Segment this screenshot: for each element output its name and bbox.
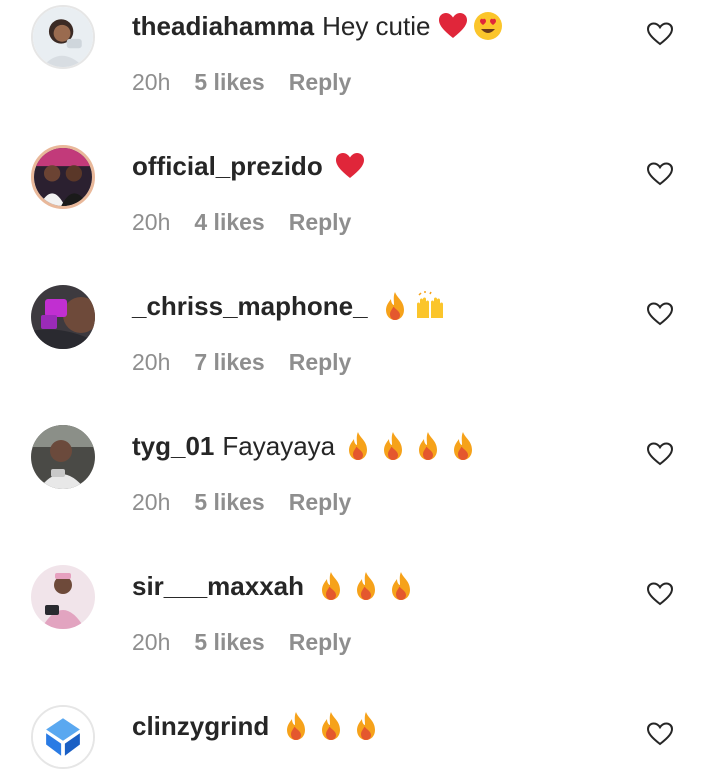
heart-outline-icon[interactable]	[646, 160, 674, 188]
fire-icon	[350, 570, 382, 602]
comment-item: _chriss_maphone_ 20h 7 likes Reply	[0, 280, 720, 420]
fire-icon	[280, 710, 312, 742]
comment-username[interactable]: theadiahamma	[132, 6, 314, 46]
raising-hands-icon	[414, 290, 446, 322]
fire-icon	[447, 430, 479, 462]
heart-outline-icon[interactable]	[646, 440, 674, 468]
heart-outline-icon[interactable]	[646, 580, 674, 608]
comment-likes[interactable]: 5 likes	[194, 629, 264, 656]
fire-icon	[379, 290, 411, 322]
fire-icon	[377, 430, 409, 462]
fire-icon	[315, 570, 347, 602]
comment-likes[interactable]: 4 likes	[194, 209, 264, 236]
comment-username[interactable]: tyg_01	[132, 426, 214, 466]
comment-item: sir___maxxah 20h 5 likes Reply	[0, 560, 720, 700]
fire-icon	[315, 710, 347, 742]
comment-time: 20h	[132, 488, 171, 515]
fire-icon	[342, 430, 374, 462]
reply-button[interactable]: Reply	[289, 69, 352, 96]
heart-eyes-icon	[472, 10, 504, 42]
heart-outline-icon[interactable]	[646, 720, 674, 748]
comment-likes[interactable]: 7 likes	[194, 349, 264, 376]
comment-item: theadiahamma Hey cutie 20h 5 likes Reply	[0, 0, 720, 140]
fire-icon	[350, 710, 382, 742]
avatar[interactable]	[31, 285, 95, 349]
comment-text: Fayayaya	[222, 431, 336, 461]
comment-likes[interactable]: 5 likes	[194, 69, 264, 96]
comment-likes[interactable]: 5 likes	[194, 489, 264, 516]
comment-username[interactable]: clinzygrind	[132, 706, 269, 746]
comment-time: 20h	[132, 628, 171, 655]
avatar[interactable]	[31, 5, 95, 69]
avatar[interactable]	[31, 565, 95, 629]
comment-time: 20h	[132, 208, 171, 235]
comment-item: tyg_01 Fayayaya 20h 5 likes Reply	[0, 420, 720, 560]
red-heart-icon	[437, 10, 469, 42]
comment-username[interactable]: _chriss_maphone_	[132, 286, 368, 326]
comment-username[interactable]: sir___maxxah	[132, 566, 304, 606]
reply-button[interactable]: Reply	[289, 349, 352, 376]
fire-icon	[412, 430, 444, 462]
red-heart-icon	[334, 150, 366, 182]
comment-username[interactable]: official_prezido	[132, 146, 323, 186]
fire-icon	[385, 570, 417, 602]
avatar[interactable]	[31, 705, 95, 769]
heart-outline-icon[interactable]	[646, 300, 674, 328]
comment-time: 20h	[132, 68, 171, 95]
comment-time: 20h	[132, 348, 171, 375]
avatar[interactable]	[31, 425, 95, 489]
reply-button[interactable]: Reply	[289, 629, 352, 656]
comment-item: clinzygrind	[0, 700, 720, 772]
reply-button[interactable]: Reply	[289, 209, 352, 236]
comment-item: official_prezido 20h 4 likes Reply	[0, 140, 720, 280]
heart-outline-icon[interactable]	[646, 20, 674, 48]
reply-button[interactable]: Reply	[289, 489, 352, 516]
comment-text: Hey cutie	[322, 11, 431, 41]
avatar[interactable]	[31, 145, 95, 209]
